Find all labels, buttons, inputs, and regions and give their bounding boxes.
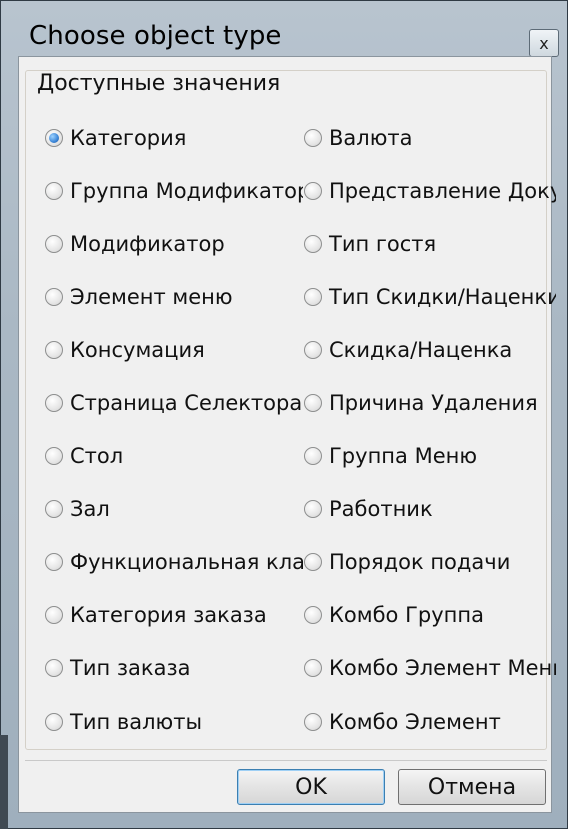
radio-button[interactable] <box>304 447 322 466</box>
dialog-window: Choose object type x Доступные значения … <box>0 0 568 829</box>
radio-button[interactable] <box>45 712 63 731</box>
radio-option-label: Тип Скидки/Наценки <box>329 284 556 309</box>
radio-button[interactable] <box>304 234 322 253</box>
window-title: Choose object type <box>29 21 282 51</box>
close-button[interactable]: x <box>529 29 559 57</box>
radio-button[interactable] <box>304 128 322 147</box>
close-icon: x <box>539 33 549 53</box>
radio-option-label: Комбо Элемент <box>329 709 501 734</box>
background-edge <box>0 735 8 829</box>
radio-option[interactable]: Категория заказа <box>45 589 303 642</box>
radio-button[interactable] <box>304 659 322 678</box>
values-groupbox: Доступные значения Категория Группа Модиф… <box>25 70 556 750</box>
radio-option[interactable]: Валюта <box>304 111 556 164</box>
radio-option[interactable]: Зал <box>45 483 303 536</box>
radio-button[interactable] <box>45 500 63 519</box>
radio-button[interactable] <box>304 553 322 572</box>
radio-button[interactable] <box>45 447 63 466</box>
radio-option-label: Группа Модификаторов <box>70 178 303 203</box>
radio-button[interactable] <box>45 606 63 625</box>
radio-button[interactable] <box>45 234 63 253</box>
options-column-left: Категория Группа Модификаторов Модификатор… <box>45 111 303 748</box>
radio-option[interactable]: Группа Меню <box>304 430 556 483</box>
radio-button[interactable] <box>45 394 63 413</box>
radio-button[interactable] <box>45 340 63 359</box>
radio-option-label: Страница Селектора <box>70 391 303 416</box>
radio-option-label: Причина Удаления <box>329 391 538 416</box>
radio-option-label: Категория заказа <box>70 603 267 628</box>
radio-button[interactable] <box>45 659 63 678</box>
radio-button[interactable] <box>45 553 63 572</box>
radio-option[interactable]: Представление Документа <box>304 164 556 217</box>
radio-option-label: Зал <box>70 497 110 522</box>
radio-option-label: Комбо Элемент Меню <box>329 656 556 681</box>
title-bar[interactable]: Choose object type x <box>11 9 559 61</box>
radio-option[interactable]: Комбо Элемент Меню <box>304 642 556 695</box>
radio-option[interactable]: Консумация <box>45 323 303 376</box>
radio-option[interactable]: Группа Модификаторов <box>45 164 303 217</box>
radio-option[interactable]: Скидка/Наценка <box>304 323 556 376</box>
radio-option[interactable]: Функциональная клавиша <box>45 536 303 589</box>
radio-option-label: Стол <box>70 444 124 469</box>
radio-option[interactable]: Порядок подачи <box>304 536 556 589</box>
options-column-right: Валюта Представление Документа Тип гостя Ти… <box>304 111 556 748</box>
radio-option-label: Представление Документа <box>329 178 556 203</box>
radio-option-label: Группа Меню <box>329 444 478 469</box>
radio-option[interactable]: Элемент меню <box>45 270 303 323</box>
radio-option[interactable]: Комбо Группа <box>304 589 556 642</box>
radio-option[interactable]: Тип Скидки/Наценки <box>304 270 556 323</box>
radio-option[interactable]: Категория <box>45 111 303 164</box>
radio-button[interactable] <box>304 340 322 359</box>
radio-option-label: Элемент меню <box>70 284 233 309</box>
radio-option-label: Скидка/Наценка <box>329 337 513 362</box>
cancel-button[interactable]: Отмена <box>398 769 546 805</box>
radio-button[interactable] <box>304 181 322 200</box>
radio-button[interactable] <box>304 500 322 519</box>
radio-option[interactable]: Тип гостя <box>304 217 556 270</box>
button-separator <box>25 760 547 761</box>
dialog-client-area: Доступные значения Категория Группа Модиф… <box>18 56 556 813</box>
radio-option-label: Работник <box>329 497 433 522</box>
radio-option[interactable]: Тип заказа <box>45 642 303 695</box>
radio-button[interactable] <box>45 181 63 200</box>
radio-button[interactable] <box>304 712 322 731</box>
radio-option[interactable]: Комбо Элемент <box>304 695 556 748</box>
radio-option-label: Функциональная клавиша <box>70 550 303 575</box>
radio-option[interactable]: Страница Селектора <box>45 376 303 429</box>
radio-option[interactable]: Тип валюты <box>45 695 303 748</box>
radio-option-label: Тип валюты <box>70 709 203 734</box>
radio-option[interactable]: Работник <box>304 483 556 536</box>
radio-button-checked[interactable] <box>45 128 63 147</box>
groupbox-title: Доступные значения <box>33 71 285 97</box>
radio-option-label: Тип гостя <box>329 231 437 256</box>
radio-option-label: Категория <box>70 125 187 150</box>
radio-button[interactable] <box>304 394 322 413</box>
radio-option-label: Валюта <box>329 125 413 150</box>
radio-button[interactable] <box>304 606 322 625</box>
radio-option-label: Тип заказа <box>70 656 191 681</box>
ok-button[interactable]: OK <box>237 769 385 805</box>
radio-option-label: Консумация <box>70 337 205 362</box>
radio-button[interactable] <box>45 287 63 306</box>
radio-button[interactable] <box>304 287 322 306</box>
radio-option[interactable]: Модификатор <box>45 217 303 270</box>
radio-option-label: Модификатор <box>70 231 225 256</box>
radio-option[interactable]: Стол <box>45 430 303 483</box>
radio-option-label: Порядок подачи <box>329 550 511 575</box>
radio-option[interactable]: Причина Удаления <box>304 376 556 429</box>
radio-option-label: Комбо Группа <box>329 603 484 628</box>
